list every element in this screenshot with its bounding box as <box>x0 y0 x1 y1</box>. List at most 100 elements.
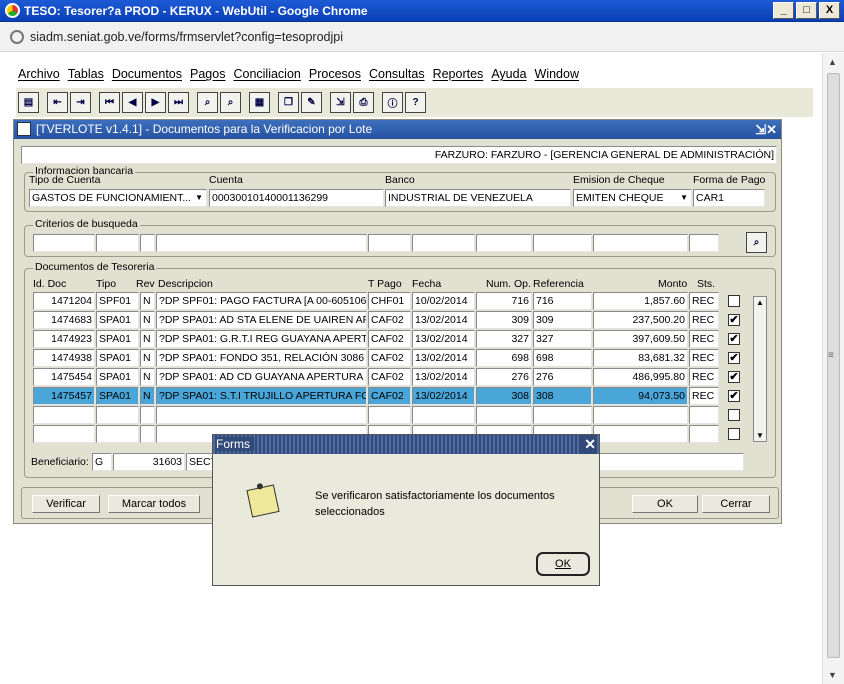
cell-id[interactable] <box>33 406 95 424</box>
cell-sts[interactable]: REC <box>689 387 719 405</box>
scroll-up-icon[interactable]: ▲ <box>828 57 837 67</box>
row-checkbox[interactable] <box>728 409 740 421</box>
search-records-icon[interactable]: ⌕ <box>197 92 218 113</box>
cell-id[interactable]: 1475457 <box>33 387 95 405</box>
table-scroll-down-icon[interactable]: ▼ <box>756 431 764 440</box>
scroll-down-icon[interactable]: ▼ <box>828 670 837 680</box>
exit-icon[interactable]: ⇲ <box>330 92 351 113</box>
menu-consultas[interactable]: Consultas <box>369 67 425 83</box>
beneficiario-type-field[interactable]: G <box>92 453 112 471</box>
cell-rev[interactable]: N <box>140 292 155 310</box>
search-fecha-field[interactable] <box>412 234 475 252</box>
dialog-ok-button[interactable]: OK <box>536 552 590 576</box>
cell-desc[interactable]: ?DP SPA01: FONDO 351, RELACIÓN 3086 <box>156 349 367 367</box>
cerrar-button[interactable]: Cerrar <box>702 495 770 513</box>
cell-tpago[interactable]: CHF01 <box>368 292 411 310</box>
cell-desc[interactable]: ?DP SPA01: G.R.T.I REG GUAYANA APERT <box>156 330 367 348</box>
banco-field[interactable]: INDUSTRIAL DE VENEZUELA <box>385 189 571 207</box>
cell-sts[interactable]: REC <box>689 292 719 310</box>
menu-window[interactable]: Window <box>535 67 579 83</box>
print-icon[interactable]: ⎙ <box>353 92 374 113</box>
cell-monto[interactable]: 83,681.32 <box>593 349 688 367</box>
cell-id[interactable]: 1474683 <box>33 311 95 329</box>
cell-fecha[interactable]: 10/02/2014 <box>412 292 475 310</box>
menu-procesos[interactable]: Procesos <box>309 67 361 83</box>
cell-id[interactable] <box>33 425 95 443</box>
cell-desc[interactable]: ?DP SPA01: AD STA ELENE DE UAIREN AP <box>156 311 367 329</box>
cell-rev[interactable]: N <box>140 387 155 405</box>
verificar-button[interactable]: Verificar <box>32 495 100 513</box>
search-desc-field[interactable] <box>156 234 367 252</box>
row-checkbox[interactable]: ✔ <box>728 333 740 345</box>
row-checkbox[interactable]: ✔ <box>728 371 740 383</box>
cell-fecha[interactable] <box>412 406 475 424</box>
search-rev-field[interactable] <box>140 234 155 252</box>
cell-monto[interactable] <box>593 425 688 443</box>
address-bar[interactable]: siadm.seniat.gob.ve/forms/frmservlet?con… <box>0 22 844 52</box>
row-checkbox[interactable] <box>728 295 740 307</box>
last-record-icon[interactable]: ⏭ <box>168 92 189 113</box>
cell-fecha[interactable]: 13/02/2014 <box>412 311 475 329</box>
cell-tpago[interactable]: CAF02 <box>368 349 411 367</box>
cell-desc[interactable]: ?DP SPF01: PAGO FACTURA [A 00-605106 <box>156 292 367 310</box>
cell-id[interactable]: 1474923 <box>33 330 95 348</box>
cell-tpago[interactable]: CAF02 <box>368 311 411 329</box>
cell-sts[interactable]: REC <box>689 349 719 367</box>
list-values-icon[interactable]: ▦ <box>249 92 270 113</box>
search-numop-field[interactable] <box>476 234 532 252</box>
cell-fecha[interactable]: 13/02/2014 <box>412 368 475 386</box>
next-record-icon[interactable]: ▶ <box>145 92 166 113</box>
scroll-thumb[interactable] <box>827 73 840 658</box>
menu-reportes[interactable]: Reportes <box>433 67 484 83</box>
first-record-icon[interactable]: ⏮ <box>99 92 120 113</box>
cell-rev[interactable] <box>140 425 155 443</box>
copy-icon[interactable]: ❐ <box>278 92 299 113</box>
cell-id[interactable]: 1471204 <box>33 292 95 310</box>
cell-fecha[interactable]: 13/02/2014 <box>412 387 475 405</box>
cell-tpago[interactable]: CAF02 <box>368 368 411 386</box>
close-window-button[interactable]: X <box>819 2 840 19</box>
cell-ref[interactable]: 309 <box>533 311 592 329</box>
search-monto-field[interactable] <box>593 234 688 252</box>
cell-ref[interactable]: 716 <box>533 292 592 310</box>
search-button-icon[interactable]: ⌕ <box>746 232 767 253</box>
cell-id[interactable]: 1475454 <box>33 368 95 386</box>
cell-ref[interactable] <box>533 406 592 424</box>
form-window-controls[interactable]: ⇲✕ <box>755 120 777 139</box>
cell-desc[interactable]: ?DP SPA01: AD CD GUAYANA APERTURA <box>156 368 367 386</box>
menu-tablas[interactable]: Tablas <box>68 67 104 83</box>
search-id-field[interactable] <box>33 234 95 252</box>
cell-numop[interactable] <box>476 406 532 424</box>
edit-icon[interactable]: ✎ <box>301 92 322 113</box>
cell-numop[interactable]: 308 <box>476 387 532 405</box>
cell-tipo[interactable] <box>96 406 139 424</box>
cell-ref[interactable]: 327 <box>533 330 592 348</box>
previous-record-icon[interactable]: ◀ <box>122 92 143 113</box>
cell-monto[interactable]: 237,500.20 <box>593 311 688 329</box>
enter-query-icon[interactable]: ⇤ <box>47 92 68 113</box>
cell-tipo[interactable]: SPA01 <box>96 368 139 386</box>
search-sts-field[interactable] <box>689 234 719 252</box>
menu-ayuda[interactable]: Ayuda <box>491 67 526 83</box>
cell-numop[interactable]: 276 <box>476 368 532 386</box>
cell-tipo[interactable]: SPF01 <box>96 292 139 310</box>
cell-rev[interactable]: N <box>140 311 155 329</box>
row-checkbox[interactable] <box>728 428 740 440</box>
table-scrollbar[interactable]: ▲ ▼ <box>753 296 767 442</box>
minimize-button[interactable]: _ <box>773 2 794 19</box>
search-tpago-field[interactable] <box>368 234 411 252</box>
ok-button[interactable]: OK <box>632 495 698 513</box>
row-checkbox[interactable]: ✔ <box>728 352 740 364</box>
cell-sts[interactable]: REC <box>689 330 719 348</box>
cell-tpago[interactable]: CAF02 <box>368 330 411 348</box>
query-records-icon[interactable]: ⌕ <box>220 92 241 113</box>
help-icon[interactable]: ? <box>405 92 426 113</box>
maximize-button[interactable]: □ <box>796 2 817 19</box>
cell-tipo[interactable]: SPA01 <box>96 311 139 329</box>
row-checkbox[interactable]: ✔ <box>728 390 740 402</box>
table-scroll-up-icon[interactable]: ▲ <box>756 298 764 307</box>
cell-monto[interactable]: 1,857.60 <box>593 292 688 310</box>
row-checkbox[interactable]: ✔ <box>728 314 740 326</box>
emision-select[interactable]: EMITEN CHEQUE <box>573 189 692 207</box>
search-ref-field[interactable] <box>533 234 592 252</box>
